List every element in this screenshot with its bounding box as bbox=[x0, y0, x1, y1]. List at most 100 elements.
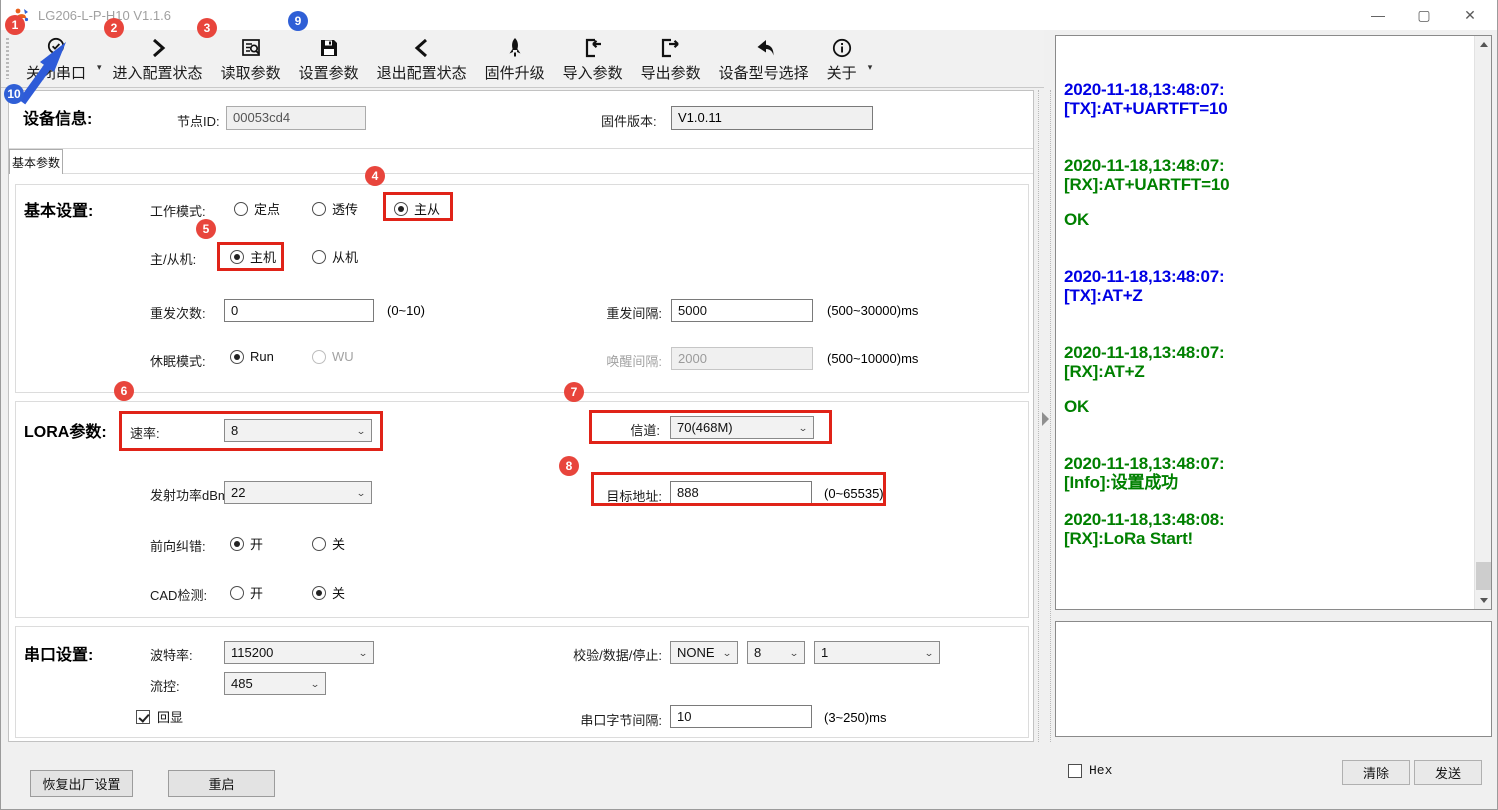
target-addr-input[interactable]: 888 bbox=[670, 481, 812, 504]
hex-checkbox[interactable]: Hex bbox=[1068, 763, 1112, 778]
work-mode-label: 工作模式: bbox=[150, 201, 206, 220]
tx-power-select[interactable]: 22⌄ bbox=[224, 481, 372, 504]
chevron-left-icon bbox=[410, 35, 434, 61]
flow-select[interactable]: 485⌄ bbox=[224, 672, 326, 695]
factory-reset-button[interactable]: 恢复出厂设置 bbox=[30, 770, 133, 797]
radio-sleep-wu: WU bbox=[312, 349, 354, 364]
splitter-collapse-icon[interactable] bbox=[1042, 412, 1049, 426]
maximize-button[interactable]: ▢ bbox=[1401, 0, 1447, 30]
config-panel: 设备信息: 节点ID: 00053cd4 固件版本: V1.0.11 基本参数 … bbox=[8, 90, 1034, 742]
toolbar-export-params-button[interactable]: 导出参数 bbox=[632, 30, 710, 87]
scrollbar-down-icon[interactable] bbox=[1475, 592, 1492, 609]
about-dropdown-caret[interactable]: ▾ bbox=[866, 62, 875, 73]
title-bar: LG206-L-P-H10 V1.1.6 — ▢ ✕ bbox=[1, 0, 1497, 30]
radio-work-mode-master-slave[interactable]: 主从 bbox=[394, 199, 440, 218]
radio-icon bbox=[230, 586, 244, 600]
send-button[interactable]: 发送 bbox=[1414, 760, 1482, 785]
firmware-version-field[interactable]: V1.0.11 bbox=[671, 106, 873, 130]
resend-times-input[interactable]: 0 bbox=[224, 299, 374, 322]
info-icon bbox=[830, 35, 854, 61]
target-addr-label: 目标地址: bbox=[550, 486, 662, 505]
radio-icon bbox=[230, 350, 244, 364]
toolbar: 关闭串口 ▾ 进入配置状态 读取参数 设置参数 退出配置状态 bbox=[1, 30, 1044, 88]
radio-cad-on[interactable]: 开 bbox=[230, 583, 263, 602]
annotation-badge-7: 7 bbox=[564, 382, 584, 402]
radio-cad-off[interactable]: 关 bbox=[312, 583, 345, 602]
radio-icon bbox=[230, 250, 244, 264]
close-serial-dropdown-caret[interactable]: ▾ bbox=[95, 62, 104, 73]
radio-master[interactable]: 主机 bbox=[230, 247, 276, 266]
log-entry: 2020-11-18,13:48:08: [RX]:LoRa Start! bbox=[1064, 510, 1470, 548]
radio-sleep-run[interactable]: Run bbox=[230, 349, 274, 364]
stopbits-select[interactable]: 1⌄ bbox=[814, 641, 940, 664]
resend-interval-label: 重发间隔: bbox=[510, 303, 662, 322]
baud-select[interactable]: 115200⌄ bbox=[224, 641, 374, 664]
clear-button[interactable]: 清除 bbox=[1342, 760, 1410, 785]
close-button[interactable]: ✕ bbox=[1447, 0, 1493, 30]
toolbar-item-label: 读取参数 bbox=[221, 62, 281, 83]
radio-icon bbox=[394, 202, 408, 216]
node-id-field: 00053cd4 bbox=[226, 106, 366, 130]
export-icon bbox=[659, 35, 683, 61]
save-icon bbox=[317, 35, 341, 61]
target-addr-hint: (0~65535) bbox=[824, 486, 884, 501]
echo-checkbox[interactable]: 回显 bbox=[136, 707, 183, 726]
fec-label: 前向纠错: bbox=[150, 536, 206, 555]
channel-select[interactable]: 70(468M)⌄ bbox=[670, 416, 814, 439]
serial-settings-title: 串口设置: bbox=[24, 641, 93, 665]
parity-label: 校验/数据/停止: bbox=[510, 645, 662, 664]
minimize-button[interactable]: — bbox=[1355, 0, 1401, 30]
annotation-badge-10: 10 bbox=[4, 84, 24, 104]
radio-icon bbox=[312, 537, 326, 551]
app-window: LG206-L-P-H10 V1.1.6 — ▢ ✕ 关闭串口 ▾ 进入配置状态 bbox=[0, 0, 1498, 810]
checkbox-checked-icon bbox=[136, 710, 150, 724]
toolbar-item-label: 进入配置状态 bbox=[113, 62, 203, 83]
radio-slave[interactable]: 从机 bbox=[312, 247, 358, 266]
tab-basic-params[interactable]: 基本参数 bbox=[9, 149, 63, 174]
annotation-badge-9: 9 bbox=[288, 11, 308, 31]
chevron-down-icon: ⌄ bbox=[310, 678, 320, 689]
toolbar-set-params-button[interactable]: 设置参数 bbox=[290, 30, 368, 87]
toolbar-item-label: 固件升级 bbox=[485, 62, 545, 83]
scrollbar-thumb[interactable] bbox=[1476, 562, 1491, 590]
reboot-button[interactable]: 重启 bbox=[168, 770, 275, 797]
radio-work-mode-fixed[interactable]: 定点 bbox=[234, 199, 280, 218]
toolbar-device-model-button[interactable]: 设备型号选择 bbox=[710, 30, 818, 87]
byte-interval-input[interactable]: 10 bbox=[670, 705, 812, 728]
databits-select[interactable]: 8⌄ bbox=[747, 641, 805, 664]
toolbar-firmware-upgrade-button[interactable]: 固件升级 bbox=[476, 30, 554, 87]
toolbar-import-params-button[interactable]: 导入参数 bbox=[554, 30, 632, 87]
radio-icon bbox=[234, 202, 248, 216]
toolbar-enter-config-button[interactable]: 进入配置状态 bbox=[104, 30, 212, 87]
toolbar-item-label: 导入参数 bbox=[563, 62, 623, 83]
log-text: 2020-11-18,13:48:07: [TX]:AT+UARTFT=10 2… bbox=[1056, 36, 1474, 609]
toolbar-exit-config-button[interactable]: 退出配置状态 bbox=[368, 30, 476, 87]
wake-interval-hint: (500~10000)ms bbox=[827, 351, 918, 366]
toolbar-gripper[interactable] bbox=[6, 38, 9, 79]
log-panel[interactable]: 2020-11-18,13:48:07: [TX]:AT+UARTFT=10 2… bbox=[1055, 35, 1492, 610]
rate-select[interactable]: 8⌄ bbox=[224, 419, 372, 442]
radio-fec-off[interactable]: 关 bbox=[312, 534, 345, 553]
log-scrollbar[interactable] bbox=[1474, 36, 1491, 609]
log-entry: 2020-11-18,13:48:07: [RX]:AT+UARTFT=10 bbox=[1064, 156, 1470, 194]
send-input-area[interactable] bbox=[1055, 621, 1492, 737]
log-entry: OK bbox=[1064, 210, 1470, 229]
wake-interval-input: 2000 bbox=[671, 347, 813, 370]
toolbar-item-label: 退出配置状态 bbox=[377, 62, 467, 83]
toolbar-read-params-button[interactable]: 读取参数 bbox=[212, 30, 290, 87]
toolbar-about-button[interactable]: 关于 bbox=[818, 30, 866, 87]
device-info-title: 设备信息: bbox=[23, 105, 92, 129]
tab-strip-line bbox=[9, 173, 1033, 174]
log-entry: OK bbox=[1064, 397, 1470, 416]
basic-settings-group: 基本设置: 工作模式: 定点 透传 主从 主/从机: 主机 从机 重发次数: 0… bbox=[15, 184, 1029, 393]
panel-splitter[interactable] bbox=[1038, 90, 1051, 742]
annotation-badge-6: 6 bbox=[114, 381, 134, 401]
scrollbar-up-icon[interactable] bbox=[1475, 36, 1492, 53]
resend-interval-input[interactable]: 5000 bbox=[671, 299, 813, 322]
lora-params-group: LORA参数: 速率: 8⌄ 信道: 70(468M)⌄ 发射功率dBm: 22… bbox=[15, 401, 1029, 618]
radio-work-mode-transparent[interactable]: 透传 bbox=[312, 199, 358, 218]
parity-select[interactable]: NONE⌄ bbox=[670, 641, 738, 664]
radio-fec-on[interactable]: 开 bbox=[230, 534, 263, 553]
channel-label: 信道: bbox=[556, 420, 660, 439]
radio-icon bbox=[312, 350, 326, 364]
